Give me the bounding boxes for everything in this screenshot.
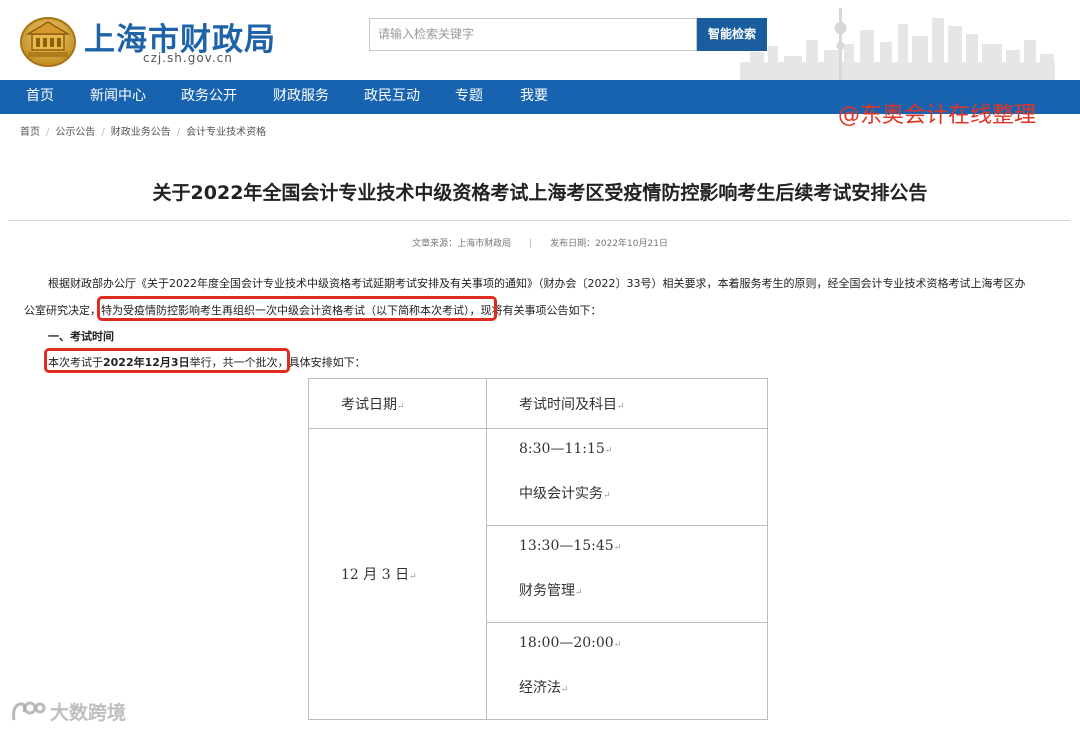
- article-meta: 文章来源：上海市财政局 | 发布日期：2022年10月21日: [0, 236, 1080, 249]
- slot-subject: 中级会计实务: [519, 486, 603, 502]
- meta-separator: |: [529, 239, 533, 249]
- slot-time: 8:30—11:15: [519, 441, 605, 457]
- slot-subject: 财务管理: [519, 583, 575, 599]
- city-skyline-graphic: [740, 8, 1055, 80]
- breadcrumb-separator: /: [101, 127, 105, 138]
- breadcrumb-separator: /: [46, 127, 50, 138]
- exam-slot-1: 8:30—11:15↵ 中级会计实务↵: [486, 428, 768, 526]
- emblem-icon[interactable]: [18, 12, 78, 68]
- search-input[interactable]: 请输入检索关键字: [369, 18, 697, 51]
- table-header-date: 考试日期↵: [308, 378, 487, 429]
- breadcrumb-accounting-qualification[interactable]: 会计专业技术资格: [186, 127, 266, 138]
- para2-lead: 公室研究决定，: [24, 304, 101, 317]
- slot-time: 13:30—15:45: [519, 538, 614, 554]
- highlight-box-exam-date: [44, 348, 290, 373]
- breadcrumb: 首页 / 公示公告 / 财政业务公告 / 会计专业技术资格: [20, 123, 266, 138]
- section-heading-exam-time: 一、考试时间: [48, 330, 114, 343]
- nav-item-finance-service[interactable]: 财政服务: [273, 80, 329, 114]
- highlight-box-exam-notice: [97, 296, 497, 321]
- table-header-row: 考试日期↵ 考试时间及科目↵: [308, 378, 768, 429]
- nav-item-gov-affairs[interactable]: 政务公开: [181, 80, 237, 114]
- page-title: 关于2022年全国会计专业技术中级资格考试上海考区受疫情防控影响考生后续考试安排…: [152, 182, 928, 204]
- watermark-text: @东奥会计在线整理: [838, 103, 1037, 128]
- table-row: 12 月 3 日↵ 8:30—11:15↵ 中级会计实务↵: [308, 428, 768, 720]
- breadcrumb-announcements[interactable]: 公示公告: [55, 127, 95, 138]
- brand-logo-icon: [12, 701, 46, 721]
- exam-slot-3: 18:00—20:00↵ 经济法↵: [486, 622, 768, 720]
- para3-tail: 具体安排如下：: [288, 356, 366, 369]
- site-domain: czj.sh.gov.cn: [143, 51, 233, 65]
- article-paragraph-1: 根据财政部办公厅《关于2022年度全国会计专业技术中级资格考试延期考试安排及有关…: [48, 277, 1026, 290]
- site-header: 上海市财政局 czj.sh.gov.cn 请输入检索关键字 智能检索: [0, 0, 1080, 80]
- title-divider: [8, 220, 1070, 221]
- nav-item-topics[interactable]: 专题: [455, 80, 483, 114]
- slot-time: 18:00—20:00: [519, 635, 614, 651]
- nav-item-interaction[interactable]: 政民互动: [364, 80, 420, 114]
- breadcrumb-finance-notices[interactable]: 财政业务公告: [111, 127, 171, 138]
- exam-date-cell: 12 月 3 日↵: [308, 428, 487, 720]
- article-source: 文章来源：上海市财政局: [412, 239, 512, 249]
- watermark-bottom-text: 大数跨境: [50, 702, 127, 724]
- breadcrumb-separator: /: [176, 127, 181, 138]
- exam-schedule-table: 考试日期↵ 考试时间及科目↵ 12 月 3 日↵ 8:30—11:15↵ 中级会…: [308, 378, 768, 720]
- table-header-time-subject: 考试时间及科目↵: [486, 378, 768, 429]
- nav-item-news[interactable]: 新闻中心: [90, 80, 146, 114]
- article-date: 发布日期：2022年10月21日: [550, 239, 668, 249]
- slot-subject: 经济法: [519, 680, 561, 696]
- breadcrumb-home[interactable]: 首页: [20, 127, 40, 138]
- nav-item-home[interactable]: 首页: [26, 80, 54, 114]
- exam-slot-2: 13:30—15:45↵ 财务管理↵: [486, 525, 768, 623]
- nav-item-i-want[interactable]: 我要: [520, 80, 548, 114]
